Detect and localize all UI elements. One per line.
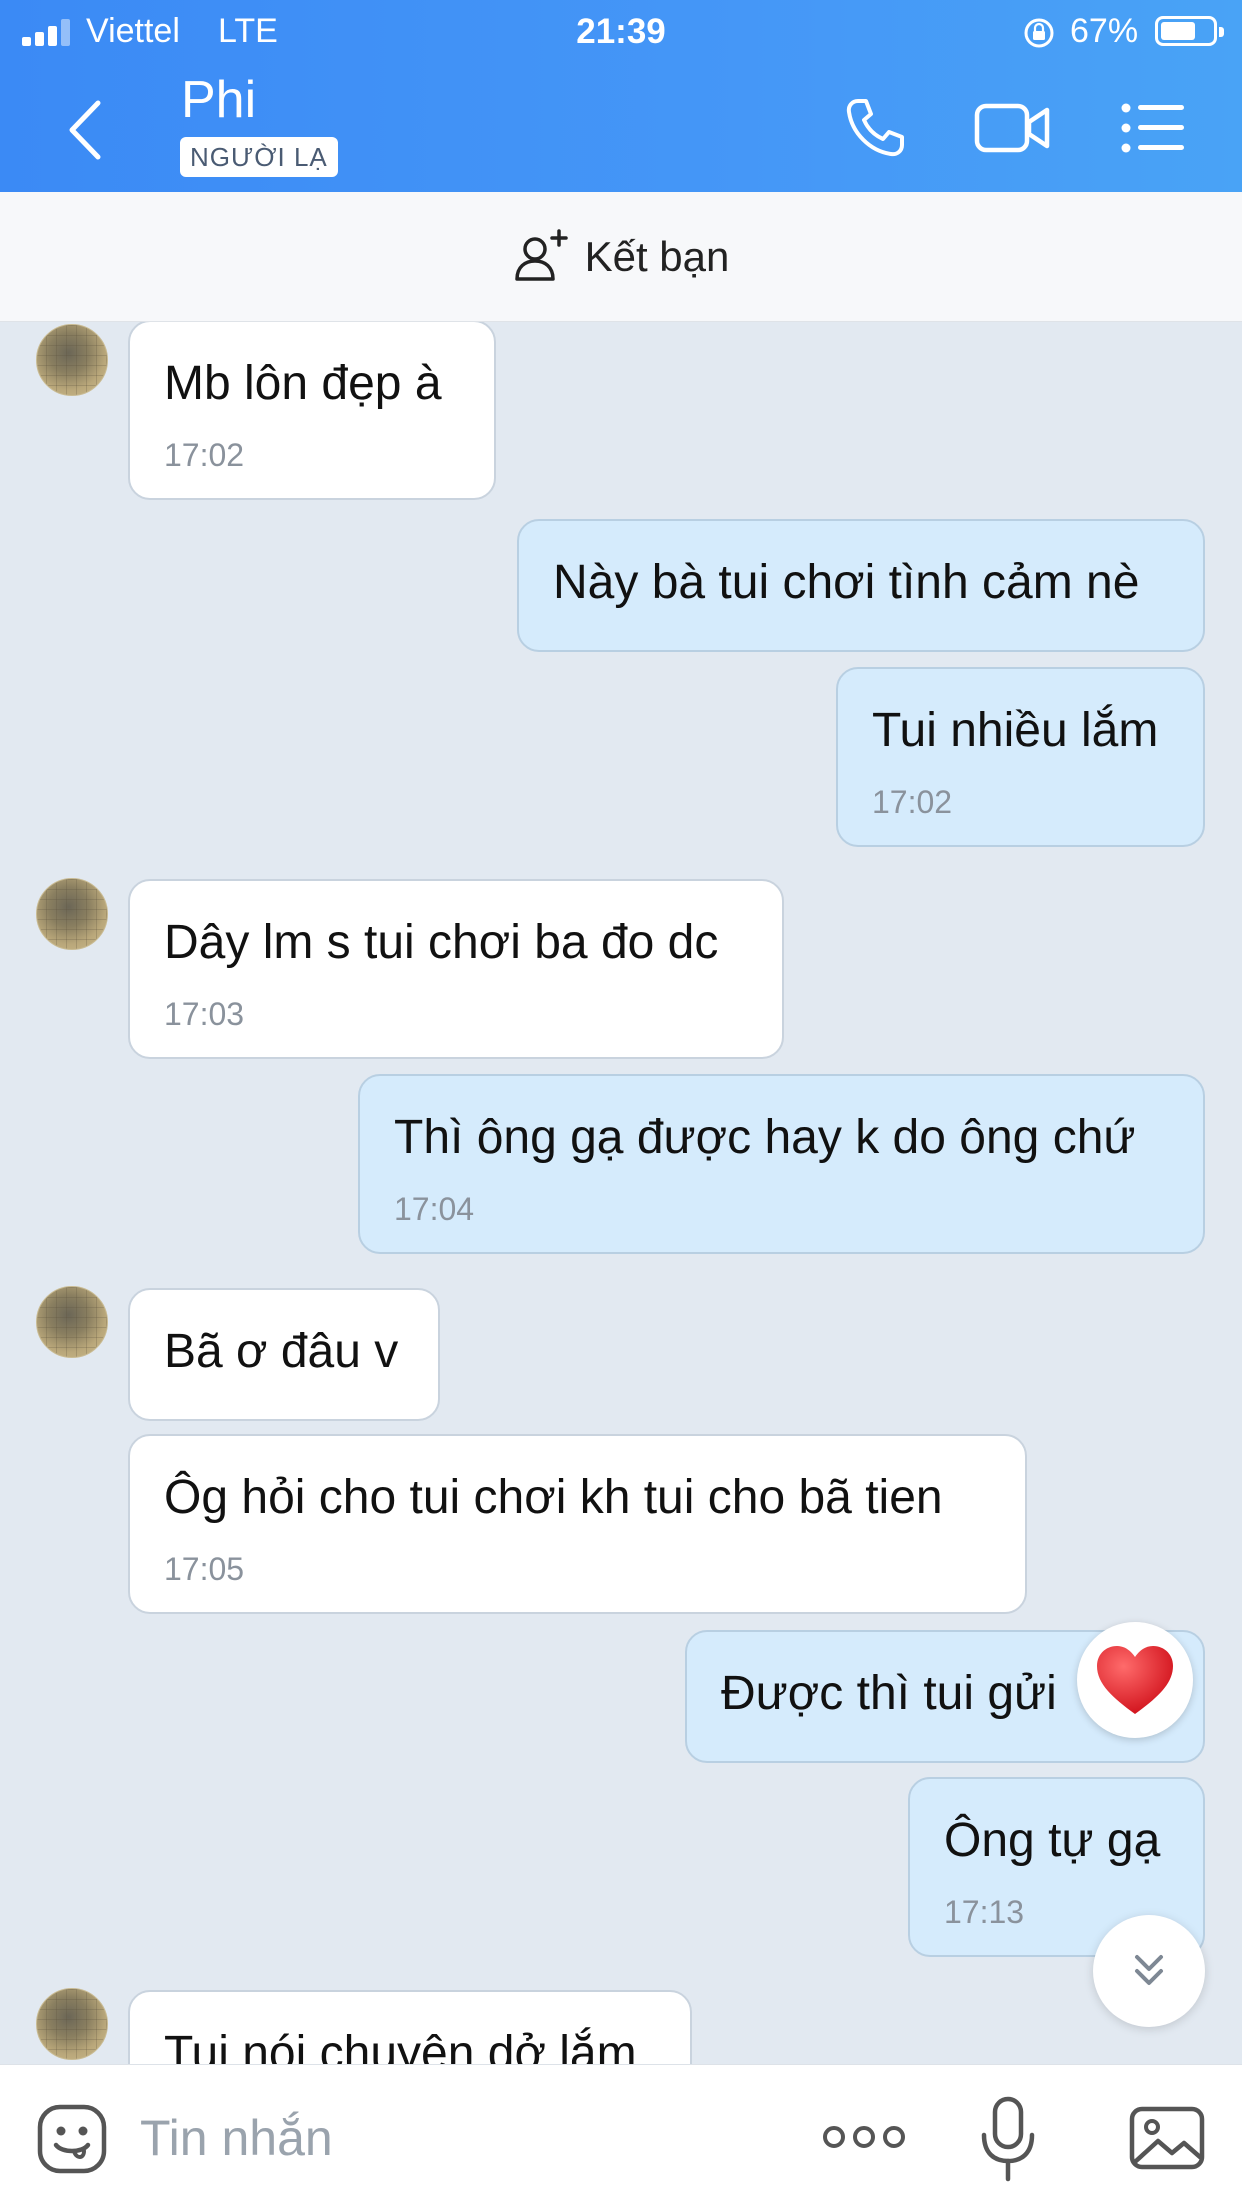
video-call-icon[interactable] bbox=[973, 98, 1053, 158]
message-text: Mb lôn đẹp à bbox=[164, 357, 442, 410]
message-list[interactable]: Mb lôn đẹp à 17:02 Này bà tui chơi tình … bbox=[0, 322, 1242, 2064]
add-friend-icon bbox=[514, 228, 568, 281]
message-text: Dây lm s tui chơi ba đo dc bbox=[164, 916, 719, 969]
message-text: Ông tự gạ bbox=[944, 1814, 1161, 1867]
battery-percent: 67% bbox=[1070, 12, 1139, 50]
message-time: 17:13 bbox=[944, 1894, 1025, 1930]
message-bubble[interactable]: Mb lôn đẹp à 17:02 bbox=[128, 322, 496, 500]
message-time: 17:02 bbox=[872, 784, 953, 820]
chat-header: Viettel LTE 21:39 67% Phi NGƯỜI LẠ bbox=[0, 0, 1242, 192]
heart-icon bbox=[1097, 1646, 1173, 1714]
microphone-icon[interactable] bbox=[978, 2095, 1038, 2185]
composer-bar bbox=[0, 2064, 1242, 2208]
contact-name[interactable]: Phi bbox=[181, 70, 256, 130]
message-text: Tui nói chuyện dở lắm bbox=[164, 2027, 637, 2064]
message-time: 17:05 bbox=[164, 1551, 245, 1587]
message-time: 17:03 bbox=[164, 996, 245, 1032]
add-friend-label: Kết bạn bbox=[584, 232, 730, 280]
avatar[interactable] bbox=[36, 324, 108, 396]
add-friend-button[interactable]: Kết bạn bbox=[0, 192, 1242, 322]
more-icon[interactable] bbox=[822, 2121, 906, 2153]
menu-icon[interactable] bbox=[1120, 98, 1186, 158]
message-bubble[interactable]: Dây lm s tui chơi ba đo dc 17:03 bbox=[128, 879, 784, 1059]
back-icon[interactable] bbox=[60, 95, 120, 165]
message-time: 17:02 bbox=[164, 437, 245, 473]
message-text: Thì ông gạ được hay k do ông chứ bbox=[394, 1111, 1136, 1164]
stranger-badge: NGƯỜI LẠ bbox=[180, 137, 338, 177]
message-bubble[interactable]: Tui nói chuyện dở lắm bbox=[128, 1990, 692, 2064]
phone-icon[interactable] bbox=[842, 95, 908, 161]
message-text: Được thì tui gửi bbox=[721, 1667, 1057, 1720]
message-text: Ôg hỏi cho tui chơi kh tui cho bã tien bbox=[164, 1471, 943, 1524]
battery-icon bbox=[1155, 16, 1224, 46]
message-bubble[interactable]: Ôg hỏi cho tui chơi kh tui cho bã tien 1… bbox=[128, 1434, 1027, 1614]
message-text: Bã ơ đâu v bbox=[164, 1325, 399, 1378]
avatar[interactable] bbox=[36, 1988, 108, 2060]
image-icon[interactable] bbox=[1128, 2105, 1206, 2171]
message-bubble[interactable]: Tui nhiều lắm 17:02 bbox=[836, 667, 1205, 847]
rotation-lock-icon bbox=[1024, 18, 1054, 48]
emoji-icon[interactable] bbox=[36, 2103, 108, 2175]
double-chevron-down-icon bbox=[1135, 1955, 1163, 1985]
message-text: Tui nhiều lắm bbox=[872, 704, 1159, 757]
status-bar: Viettel LTE 21:39 67% bbox=[0, 0, 1242, 64]
message-bubble[interactable]: Bã ơ đâu v bbox=[128, 1288, 440, 1421]
message-bubble[interactable]: Thì ông gạ được hay k do ông chứ 17:04 bbox=[358, 1074, 1205, 1254]
message-bubble[interactable]: Này bà tui chơi tình cảm nè bbox=[517, 519, 1205, 652]
reaction-badge[interactable] bbox=[1077, 1622, 1193, 1738]
message-time: 17:04 bbox=[394, 1191, 475, 1227]
message-input[interactable] bbox=[140, 2105, 760, 2171]
scroll-to-bottom-button[interactable] bbox=[1093, 1915, 1205, 2027]
message-text: Này bà tui chơi tình cảm nè bbox=[553, 556, 1140, 609]
avatar[interactable] bbox=[36, 878, 108, 950]
avatar[interactable] bbox=[36, 1286, 108, 1358]
